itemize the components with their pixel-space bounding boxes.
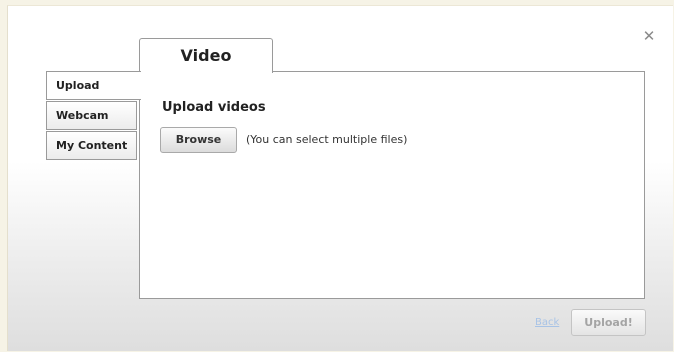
tab-video[interactable]: Video — [139, 38, 273, 73]
upload-button[interactable]: Upload! — [571, 309, 646, 336]
close-icon[interactable]: ✕ — [641, 28, 657, 44]
side-tab-my-content[interactable]: My Content — [46, 131, 137, 160]
side-tab-upload[interactable]: Upload — [46, 71, 141, 100]
back-link[interactable]: Back — [535, 317, 559, 328]
upload-dialog: ✕ Video Upload Webcam My Content Upload … — [7, 5, 673, 351]
upload-panel: Upload videos Browse (You can select mul… — [139, 71, 645, 299]
side-tab-webcam[interactable]: Webcam — [46, 101, 137, 130]
section-heading: Upload videos — [162, 100, 266, 115]
browse-button[interactable]: Browse — [160, 127, 237, 153]
multiple-files-hint: (You can select multiple files) — [246, 133, 408, 146]
tab-video-label: Video — [180, 46, 232, 65]
